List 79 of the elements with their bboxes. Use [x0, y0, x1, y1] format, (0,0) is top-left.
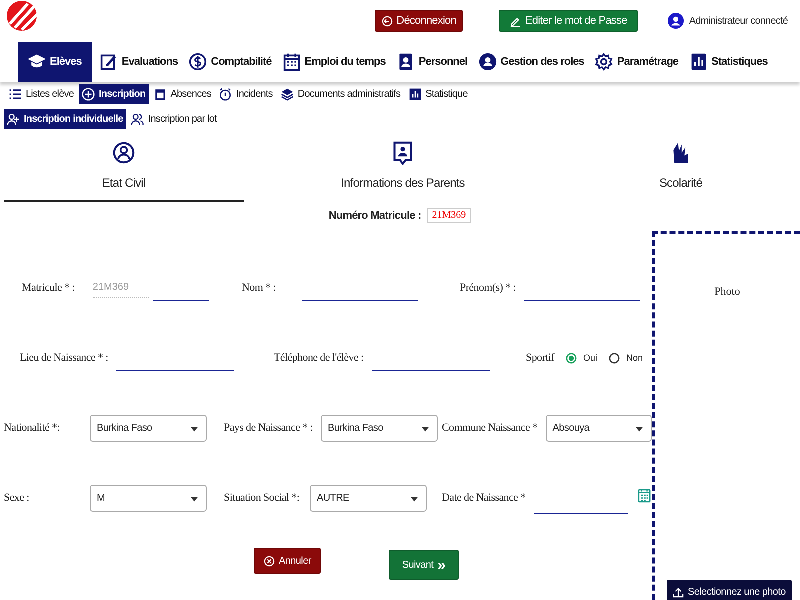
nav-tab[interactable]: Comptabilité	[184, 42, 277, 82]
matricule-label: Numéro Matricule :	[328, 210, 422, 222]
subnav-tab[interactable]: Documents administratifs	[278, 84, 404, 104]
gear-icon	[595, 53, 614, 71]
bars-icon	[408, 88, 422, 100]
layers-icon	[280, 88, 294, 100]
subnav-tab[interactable]: Incidents	[216, 84, 276, 104]
caret-icon	[636, 426, 643, 432]
plus-icon	[82, 88, 96, 100]
nav-tab[interactable]: Personnel	[392, 42, 473, 82]
select-field[interactable]: Burkina Faso	[321, 414, 438, 442]
nav-tab[interactable]: Evaluations	[94, 42, 184, 82]
step-tab[interactable]: Scolarité	[562, 140, 800, 202]
nav-tab[interactable]: Paramétrage	[590, 42, 684, 82]
nav-tab[interactable]: Gestion des roles	[474, 42, 590, 82]
nav-tab[interactable]: Elèves	[18, 42, 92, 82]
clock-icon	[219, 88, 232, 100]
radio-button[interactable]	[609, 352, 620, 364]
upload-button[interactable]: Selectionnez une photo	[667, 580, 792, 600]
radio-option[interactable]: Oui	[566, 352, 598, 364]
select-field[interactable]: M	[90, 484, 207, 512]
cal-icon	[282, 53, 301, 71]
select-field[interactable]: Burkina Faso	[90, 414, 207, 442]
select-field[interactable]: Absouya	[546, 414, 652, 442]
field-label: Nationalité *:	[4, 422, 61, 434]
header-button[interactable]: Déconnexion	[374, 10, 464, 32]
inscription-tab[interactable]: Inscription par lot	[128, 109, 220, 129]
field-label: Situation Social *:	[224, 492, 301, 504]
radio-option[interactable]: Non	[609, 352, 643, 364]
header-button[interactable]: Editer le mot de Passe	[499, 10, 638, 32]
pen-icon	[100, 53, 118, 71]
field-label: Lieu de Naissance * :	[20, 352, 108, 364]
nav-tab[interactable]: Emploi du temps	[278, 42, 391, 82]
select-field[interactable]: AUTRE	[310, 484, 427, 512]
dollar-icon	[189, 53, 208, 71]
upload-icon	[673, 586, 684, 598]
caret-icon	[411, 496, 418, 502]
field-label: Sexe :	[4, 492, 30, 504]
inscription-tab[interactable]: Inscription individuelle	[4, 109, 126, 129]
user-name: Administrateur connecté	[689, 16, 788, 26]
caret-icon	[422, 426, 429, 432]
close-icon	[264, 556, 275, 566]
badge-icon	[396, 53, 415, 71]
portrait-icon	[392, 140, 414, 166]
subnav-tab[interactable]: Statistique	[406, 84, 471, 104]
step-tab[interactable]: Etat Civil	[4, 140, 244, 202]
bars-icon	[690, 53, 708, 71]
calendar-icon[interactable]	[638, 486, 651, 504]
user-avatar-icon	[668, 13, 684, 29]
matricule-number: 21M369	[427, 208, 472, 223]
matricule-field: 21M369	[92, 282, 149, 298]
field-label: Sportif	[526, 352, 554, 364]
action-button[interactable]: Suivant »	[389, 550, 459, 580]
field-label: Matricule * :	[22, 282, 75, 294]
field-label: Pays de Naissance * :	[224, 422, 314, 434]
field-label: Commune Naissance *	[442, 422, 538, 434]
field-label: Téléphone de l'élève :	[274, 352, 364, 364]
subnav-tab[interactable]: Listes elève	[6, 84, 78, 104]
pencil-icon	[510, 16, 522, 26]
caret-icon	[191, 426, 198, 432]
photo-dropzone[interactable]: Photo Selectionnez une photo	[652, 231, 800, 600]
action-button[interactable]: Annuler	[254, 548, 322, 574]
step-tab[interactable]: Informations des Parents	[244, 140, 562, 202]
subnav-tab[interactable]: Absences	[150, 84, 214, 104]
person-icon	[478, 53, 497, 71]
field-label: Prénom(s) * :	[460, 282, 516, 294]
nav-tab[interactable]: Statistiques	[684, 42, 773, 82]
users-icon	[131, 112, 144, 126]
field-label: Date de Naissance *	[442, 492, 526, 504]
logout-icon	[382, 16, 393, 26]
radio-button[interactable]	[566, 352, 578, 364]
photo-label: Photo	[714, 286, 740, 298]
subnav-tab[interactable]: Inscription	[79, 84, 149, 104]
user-circle-icon	[113, 140, 135, 166]
cal-icon	[154, 88, 167, 100]
list-icon	[9, 88, 22, 100]
caret-icon	[191, 496, 198, 502]
field-label: Nom * :	[242, 282, 277, 294]
add-user-icon	[7, 112, 20, 126]
